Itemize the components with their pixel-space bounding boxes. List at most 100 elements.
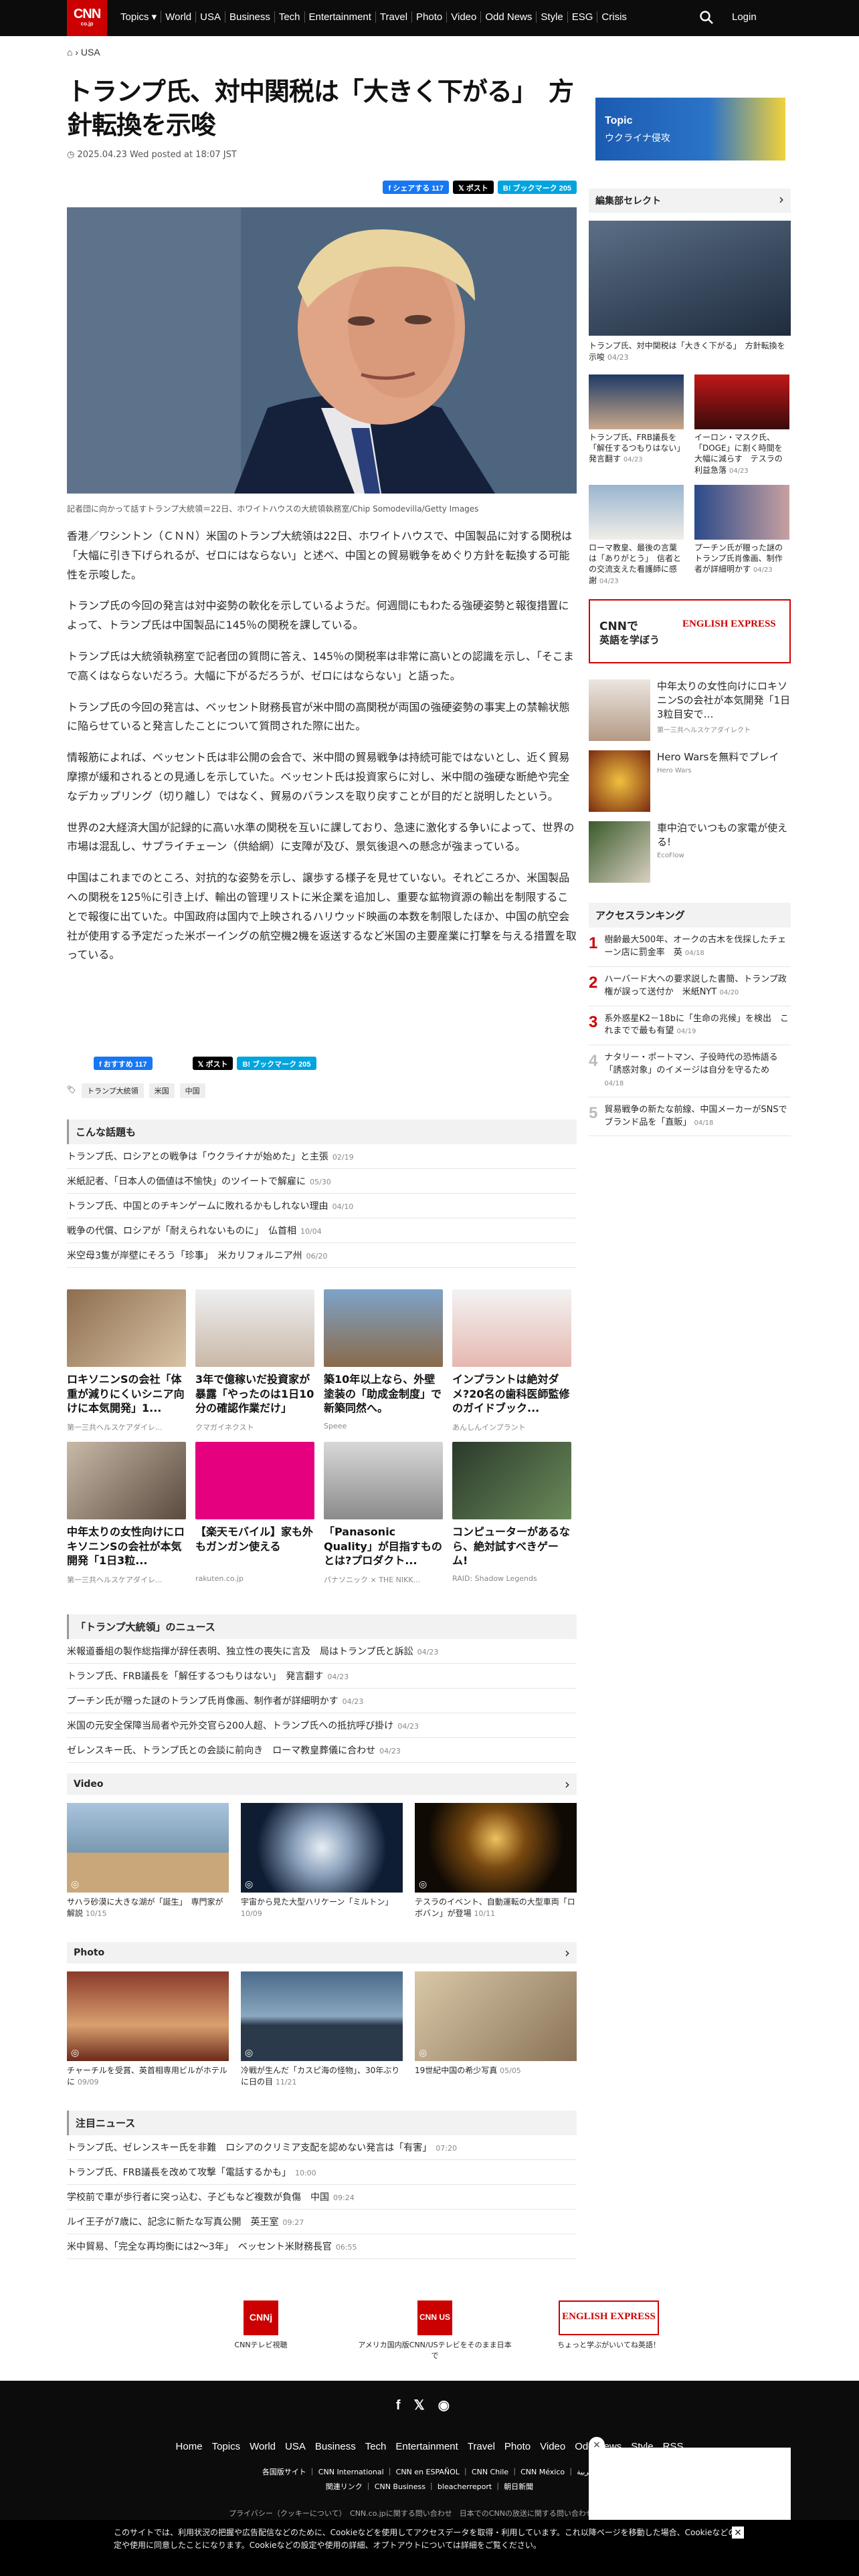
ranking-item[interactable]: 4 ナタリー・ポートマン、子役時代の恐怖語る「誘惑対象」のイメージは自分を守るため… [589,1045,791,1097]
video-title[interactable]: テスラのイベント、自動運転の大型車両「ロボバン」が登場 10/11 [415,1897,577,1919]
card-thumb[interactable] [694,485,789,540]
link-text[interactable]: プーチン氏が贈った謎のトランプ氏肖像画、制作者が詳細明かす [67,1696,339,1707]
photo-thumb[interactable] [67,1971,229,2061]
news-link[interactable]: ゼレンスキー氏、トランプ氏との会談に前向き ローマ教皇葬儀に合わせ 04/23 [67,1738,577,1763]
nav-usa[interactable]: USA [196,11,225,23]
english-express-logo[interactable]: ENGLISH EXPRESS [682,618,777,646]
footer-nav-link[interactable]: Topics [212,2441,241,2452]
cnnus-logo[interactable]: CNN US [417,2300,452,2335]
rank-title[interactable]: 樹齢最大500年、オークの古木を伐採したチェーン店に罰金率 英 04/18 [604,934,791,960]
ad-title[interactable]: 築10年以上なら、外壁塗装の「助成金制度」で新築同然へ。 [324,1372,443,1418]
photo-thumb[interactable] [241,1971,403,2061]
english-express-banner[interactable]: CNNで 英語を学ぼう ENGLISH EXPRESS [589,599,791,664]
section-title[interactable]: Video [67,1774,577,1795]
banner-line2[interactable]: 英語を学ぼう [599,633,660,647]
card-thumb[interactable] [589,374,684,429]
banner-line1[interactable]: CNNで [599,617,638,633]
x-post-button[interactable]: 𝕏 ポスト [192,1057,233,1070]
news-link[interactable]: トランプ氏、FRB議長を「解任するつもりはない」 発言翻す 04/23 [67,1664,577,1689]
link-text[interactable]: 米空母3隻が岸壁にそろう「珍事」 米カリフォルニア州 [67,1251,302,1261]
photo-card[interactable]: 19世紀中国の希少写真 05/05 [415,1971,577,2088]
video-card[interactable]: サハラ砂漠に大きな湖が「誕生」 専門家が解説 10/15 [67,1803,229,1919]
ranking-item[interactable]: 3 系外惑星K2－18bに「生命の兆候」を検出 これまでで最も有望 04/19 [589,1006,791,1046]
ad-thumb[interactable] [589,821,650,883]
ranking-item[interactable]: 2 ハーバード大への要求説した書簡、トランプ政権が誤って送付か 米紙NYT 04/… [589,967,791,1006]
related-link[interactable]: 米紙記者、「日本人の価値は不愉快」のツイートで解雇に 05/30 [67,1169,577,1194]
ad-title[interactable]: 中年太りの女性向けにロキソニンSの会社が本気開発「1日3粒目安で… [657,679,791,722]
tag[interactable]: トランプ大統領 [81,1083,144,1098]
photo-title[interactable]: 19世紀中国の希少写真 05/05 [415,2065,577,2076]
video-title[interactable]: サハラ砂漠に大きな湖が「誕生」 専門家が解説 10/15 [67,1897,229,1919]
editor-card[interactable]: ローマ教皇、最後の言葉は「ありがとう」 信者との交流支えた看護師に感謝 04/2… [589,485,684,586]
title-text[interactable]: ハーバード大への要求説した書簡、トランプ政権が誤って送付か 米紙NYT [604,974,786,997]
news-link[interactable]: プーチン氏が贈った謎のトランプ氏肖像画、制作者が詳細明かす 04/23 [67,1689,577,1713]
ad-image[interactable] [452,1442,571,1519]
title-text[interactable]: 系外惑星K2－18bに「生命の兆候」を検出 これまでで最も有望 [604,1014,789,1037]
sidebar-ad[interactable]: 車中泊でいつもの家電が使える! EcoFlow [589,821,791,883]
sidebar-ad[interactable]: 中年太りの女性向けにロキソニンSの会社が本気開発「1日3粒目安で… 第一三共ヘルス… [589,679,791,742]
card-title[interactable]: イーロン・マスク氏、「DOGE」に割く時間を大幅に減らす テスラの利益急落 04… [694,432,789,475]
card-title[interactable]: プーチン氏が贈った謎のトランプ氏肖像画、制作者が詳細明かす 04/23 [694,542,789,575]
ad-title[interactable]: 車中泊でいつもの家電が使える! [657,821,791,849]
ad-image[interactable] [67,1442,186,1519]
tag[interactable]: 中国 [179,1083,205,1098]
sidebar-ad[interactable]: Hero Warsを無料でプレイ Hero Wars [589,750,791,813]
nav-odd-news[interactable]: Odd News [481,11,537,23]
hatena-bookmark-button[interactable]: B! ブックマーク 205 [497,181,577,194]
footer-nav-link[interactable]: Business [315,2441,356,2452]
ad-card[interactable]: 3年で億稼いだ投資家が暴露「やったのは1日10分の確認作業だけ」 クマガイネクスト [195,1289,314,1432]
card-title[interactable]: ローマ教皇、最後の言葉は「ありがとう」 信者との交流支えた看護師に感謝 04/2… [589,542,684,586]
cnn-logo[interactable]: CNN co.jp [67,0,107,36]
promo-cnnus[interactable]: CNN US アメリカ国内版CNN/USテレビをそのまま日本で [355,2300,515,2361]
ad-image[interactable] [195,1289,314,1367]
ad-card[interactable]: 築10年以上なら、外壁塗装の「助成金制度」で新築同然へ。 Speee [324,1289,443,1432]
search-icon[interactable] [698,9,714,25]
ad-image[interactable] [324,1442,443,1519]
home-icon[interactable]: ⌂ [67,47,72,58]
nav-esg[interactable]: ESG [568,11,598,23]
card-title[interactable]: トランプ氏、FRB議長を「解任するつもりはない」 発言翻す 04/23 [589,432,689,465]
x-post-button[interactable]: 𝕏 ポスト [453,181,494,194]
video-title[interactable]: 宇宙から見た大型ハリケーン「ミルトン」 10/09 [241,1897,403,1919]
photo-card[interactable]: チャーチルを受賞、英首相専用ビルがホテルに 09/09 [67,1971,229,2088]
ad-card[interactable]: コンピューターがあるなら、絶対試すべきゲーム! RAID: Shadow Lege… [452,1442,571,1585]
related-link[interactable]: 戦争の代償、ロシアが「耐えられないものに」 仏首相 10/04 [67,1218,577,1243]
featured-link[interactable]: 米中貿易、「完全な再均衡には2～3年」 ベッセント米財務長官 06:55 [67,2234,577,2259]
rank-title[interactable]: 系外惑星K2－18bに「生命の兆候」を検出 これまでで最も有望 04/19 [604,1013,791,1039]
photo-title[interactable]: 冷戦が生んだ「カスピ海の怪物」、30年ぶりに日の目 11/21 [241,2065,403,2088]
editor-card[interactable]: イーロン・マスク氏、「DOGE」に割く時間を大幅に減らす テスラの利益急落 04… [694,374,789,475]
lead-title[interactable]: トランプ氏、対中関税は「大きく下がる」 方針転換を示唆 04/23 [589,340,791,362]
floating-ad-slot[interactable] [589,2448,791,2528]
ad-title[interactable]: Hero Warsを無料でプレイ [657,750,779,764]
promo-cnnj[interactable]: CNNj CNNテレビ視聴 [201,2300,321,2361]
ad-title[interactable]: 3年で億稼いだ投資家が暴露「やったのは1日10分の確認作業だけ」 [195,1372,314,1418]
editor-select-title[interactable]: 編集部セレクト [589,189,791,213]
ad-title[interactable]: インプラントは絶対ダメ?20名の歯科医師監修のガイドブック... [452,1372,571,1418]
nav-business[interactable]: Business [225,11,275,23]
related-link[interactable]: トランプ氏、ロシアとの戦争は「ウクライナが始めた」と主張 02/19 [67,1144,577,1169]
ad-image[interactable] [67,1289,186,1367]
link-text[interactable]: トランプ氏、FRB議長を改めて攻撃「電話するかも」 [67,2167,291,2178]
footer-nav-link[interactable]: Entertainment [395,2441,458,2452]
rank-title[interactable]: ハーバード大への要求説した書簡、トランプ政権が誤って送付か 米紙NYT 04/2… [604,974,791,999]
nav-photo[interactable]: Photo [412,11,448,23]
link-text[interactable]: 米紙記者、「日本人の価値は不愉快」のツイートで解雇に [67,1176,306,1187]
facebook-icon[interactable]: f [396,2398,414,2413]
cnnj-logo[interactable]: CNNj [244,2300,278,2335]
footer-nav-link[interactable]: Tech [365,2441,387,2452]
link-text[interactable]: 戦争の代償、ロシアが「耐えられないものに」 仏首相 [67,1226,296,1237]
ad-title[interactable]: 「Panasonic Quality」が目指すものとは?プロダクト... [324,1525,443,1570]
photo-card[interactable]: 冷戦が生んだ「カスピ海の怪物」、30年ぶりに日の目 11/21 [241,1971,403,2088]
footer-nav-link[interactable]: Travel [468,2441,495,2452]
ad-thumb[interactable] [589,750,650,813]
x-icon[interactable]: 𝕏 [414,2398,438,2413]
section-title[interactable]: Photo [67,1942,577,1963]
ad-image[interactable] [452,1289,571,1367]
hatena-bookmark-button[interactable]: B! ブックマーク 205 [237,1057,316,1070]
title-text[interactable]: ナタリー・ポートマン、子役時代の恐怖語る「誘惑対象」のイメージは自分を守るため [604,1053,777,1075]
ad-title[interactable]: コンピューターがあるなら、絶対試すべきゲーム! [452,1525,571,1570]
ad-title[interactable]: ロキソニンSの会社「体重が減りにくいシニア向けに本気開発」1... [67,1372,186,1418]
nav-style[interactable]: Style [537,11,568,23]
link-text[interactable]: ゼレンスキー氏、トランプ氏との会談に前向き ローマ教皇葬儀に合わせ [67,1745,375,1756]
news-link[interactable]: 米報道番組の製作総指揮が辞任表明、独立性の喪失に言及 局はトランプ氏と訴訟 04/… [67,1639,577,1664]
